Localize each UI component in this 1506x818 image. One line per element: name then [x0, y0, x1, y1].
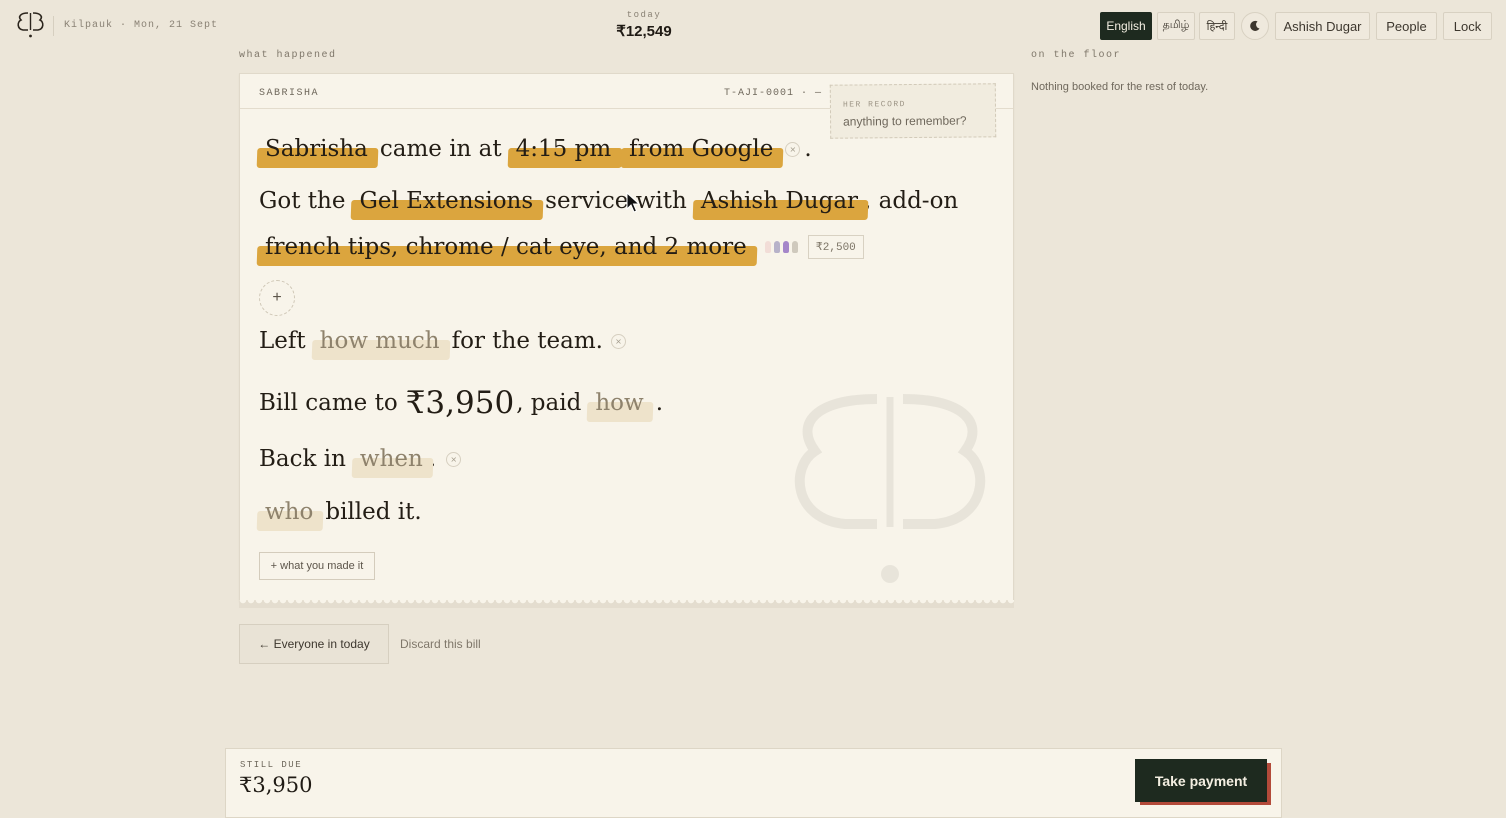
mouse-cursor-icon	[626, 192, 640, 213]
language-tamil-button[interactable]: தமிழ்	[1157, 12, 1195, 40]
discard-bill-link[interactable]: Discard this bill	[400, 637, 481, 651]
sentence-text: Left	[259, 328, 306, 354]
today-total-value: ₹12,549	[616, 23, 672, 40]
current-user-button[interactable]: Ashish Dugar	[1275, 12, 1370, 40]
addons-sentence: french tips, chrome / cat eye, and 2 mor…	[259, 234, 864, 260]
note-input[interactable]: anything to remember?	[843, 114, 967, 129]
brand-watermark-icon	[794, 394, 986, 583]
addons-chip[interactable]: french tips, chrome / cat eye, and 2 mor…	[259, 234, 753, 260]
today-total-label: today	[626, 10, 662, 20]
everyone-in-today-button[interactable]: ← Everyone in today	[239, 624, 389, 664]
floor-empty-message: Nothing booked for the rest of today.	[1031, 81, 1209, 93]
bill-card: SABRISHA T-AJI-0001 · — HER RECORD anyth…	[239, 73, 1014, 601]
bill-amount: ₹3,950	[405, 385, 515, 421]
clear-source-icon[interactable]: ×	[785, 141, 801, 157]
clear-tip-icon[interactable]: ×	[610, 333, 626, 349]
sentence-text: came in at	[379, 136, 502, 162]
topbar-divider	[53, 16, 54, 36]
arrival-time-chip[interactable]: 4:15 pm	[510, 136, 618, 162]
language-english-button[interactable]: English	[1100, 12, 1152, 40]
swatch-icon	[764, 241, 771, 253]
sentence-text: for the team.	[451, 328, 603, 354]
dark-mode-toggle[interactable]	[1241, 12, 1269, 40]
arrival-sentence: Sabrisha came in at 4:15 pm from Google …	[259, 136, 812, 162]
lock-button[interactable]: Lock	[1443, 12, 1492, 40]
add-amount-made-button[interactable]: + what you made it	[259, 552, 375, 580]
language-hindi-button[interactable]: हिन्दी	[1199, 12, 1235, 40]
receipt-torn-edge	[239, 600, 1014, 608]
note-label: HER RECORD	[842, 100, 906, 110]
client-name-header: SABRISHA	[259, 88, 320, 99]
sentence-text: service with	[545, 188, 687, 214]
service-chip[interactable]: Gel Extensions	[353, 188, 539, 214]
sentence-text: , add-on	[864, 188, 959, 214]
client-chip[interactable]: Sabrisha	[259, 136, 374, 162]
billed-by-sentence: who billed it.	[259, 499, 422, 525]
sentence-text: billed it.	[325, 499, 422, 525]
service-price-tag[interactable]: ₹2,500	[807, 235, 864, 259]
what-happened-caption: what happened	[239, 50, 337, 61]
still-due-label: STILL DUE	[240, 760, 303, 770]
sentence-text: Back in	[259, 446, 346, 472]
service-sentence: Got the Gel Extensions service with Ashi…	[259, 188, 958, 214]
payment-bar: STILL DUE ₹3,950 Take payment	[225, 748, 1282, 818]
location-date: Kilpauk · Mon, 21 Sept	[64, 20, 219, 31]
people-button[interactable]: People	[1376, 12, 1437, 40]
return-sentence: Back in when . ×	[259, 446, 465, 472]
addon-swatches	[764, 241, 798, 253]
source-chip[interactable]: from Google	[623, 136, 779, 162]
still-due-value: ₹3,950	[239, 773, 313, 797]
swatch-icon	[773, 241, 780, 253]
biller-chip[interactable]: who	[259, 499, 319, 525]
swatch-icon	[791, 241, 798, 253]
moon-icon	[1250, 20, 1260, 31]
sentence-text: Got the	[259, 188, 346, 214]
swatch-icon	[782, 241, 789, 253]
staff-chip[interactable]: Ashish Dugar	[695, 188, 864, 214]
bill-sentence: Bill came to ₹3,950 , paid how .	[259, 385, 663, 421]
return-date-chip[interactable]: when	[354, 446, 429, 472]
sentence-period: .	[804, 136, 812, 162]
payment-method-chip[interactable]: how	[589, 390, 649, 416]
tip-sentence: Left how much for the team. ×	[259, 328, 630, 354]
sentence-period: .	[655, 390, 663, 416]
ticket-id: T-AJI-0001 · —	[724, 88, 823, 99]
client-record-note[interactable]: HER RECORD anything to remember?	[829, 83, 997, 139]
on-the-floor-caption: on the floor	[1031, 50, 1122, 61]
sentence-text: , paid	[516, 390, 582, 416]
take-payment-button[interactable]: Take payment	[1135, 759, 1267, 802]
clear-return-icon[interactable]: ×	[446, 451, 462, 467]
brand-logo-icon[interactable]	[14, 10, 48, 40]
sentence-text: Bill came to	[259, 390, 398, 416]
add-service-button[interactable]: +	[259, 280, 295, 316]
tip-chip[interactable]: how much	[314, 328, 446, 354]
